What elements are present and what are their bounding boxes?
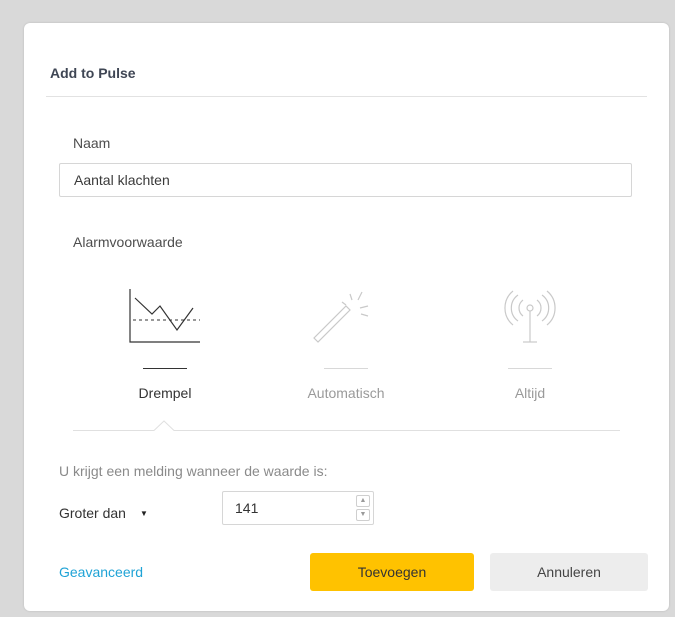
alarm-option-label: Drempel (138, 385, 192, 401)
notification-description: U krijgt een melding wanneer de waarde i… (59, 463, 328, 479)
alarm-option-always[interactable]: Altijd (460, 286, 600, 401)
add-button[interactable]: Toevoegen (310, 553, 474, 591)
name-input[interactable] (59, 163, 632, 197)
alarm-option-label: Altijd (514, 385, 546, 401)
antenna-broadcast-icon (504, 290, 556, 343)
alarm-condition-label: Alarmvoorwaarde (73, 234, 183, 250)
threshold-underline (143, 368, 187, 369)
number-spinner: ▲ ▼ (356, 495, 370, 521)
operator-value: Groter dan (59, 505, 126, 521)
add-to-pulse-dialog: Add to Pulse Naam Alarmvoorwaarde Drempe… (24, 23, 669, 611)
operator-dropdown[interactable]: Groter dan ▼ (59, 501, 148, 525)
alarm-option-threshold[interactable]: Drempel (95, 286, 235, 401)
title-divider (46, 96, 647, 97)
alarm-option-automatic[interactable]: Automatisch (276, 286, 416, 401)
cancel-button[interactable]: Annuleren (490, 553, 648, 591)
threshold-number-field: ▲ ▼ (222, 491, 374, 525)
dialog-title: Add to Pulse (50, 65, 136, 81)
always-underline (508, 368, 552, 369)
selection-pointer-divider (73, 420, 620, 431)
automatic-underline (324, 368, 368, 369)
spin-down-icon[interactable]: ▼ (356, 509, 370, 521)
threshold-chart-icon (129, 289, 200, 343)
threshold-value-input[interactable] (223, 492, 351, 524)
spin-up-icon[interactable]: ▲ (356, 495, 370, 507)
name-label: Naam (73, 135, 111, 151)
magic-wand-icon (313, 291, 369, 343)
alarm-option-label: Automatisch (307, 385, 385, 401)
caret-down-icon: ▼ (139, 508, 148, 518)
advanced-link[interactable]: Geavanceerd (59, 564, 143, 580)
